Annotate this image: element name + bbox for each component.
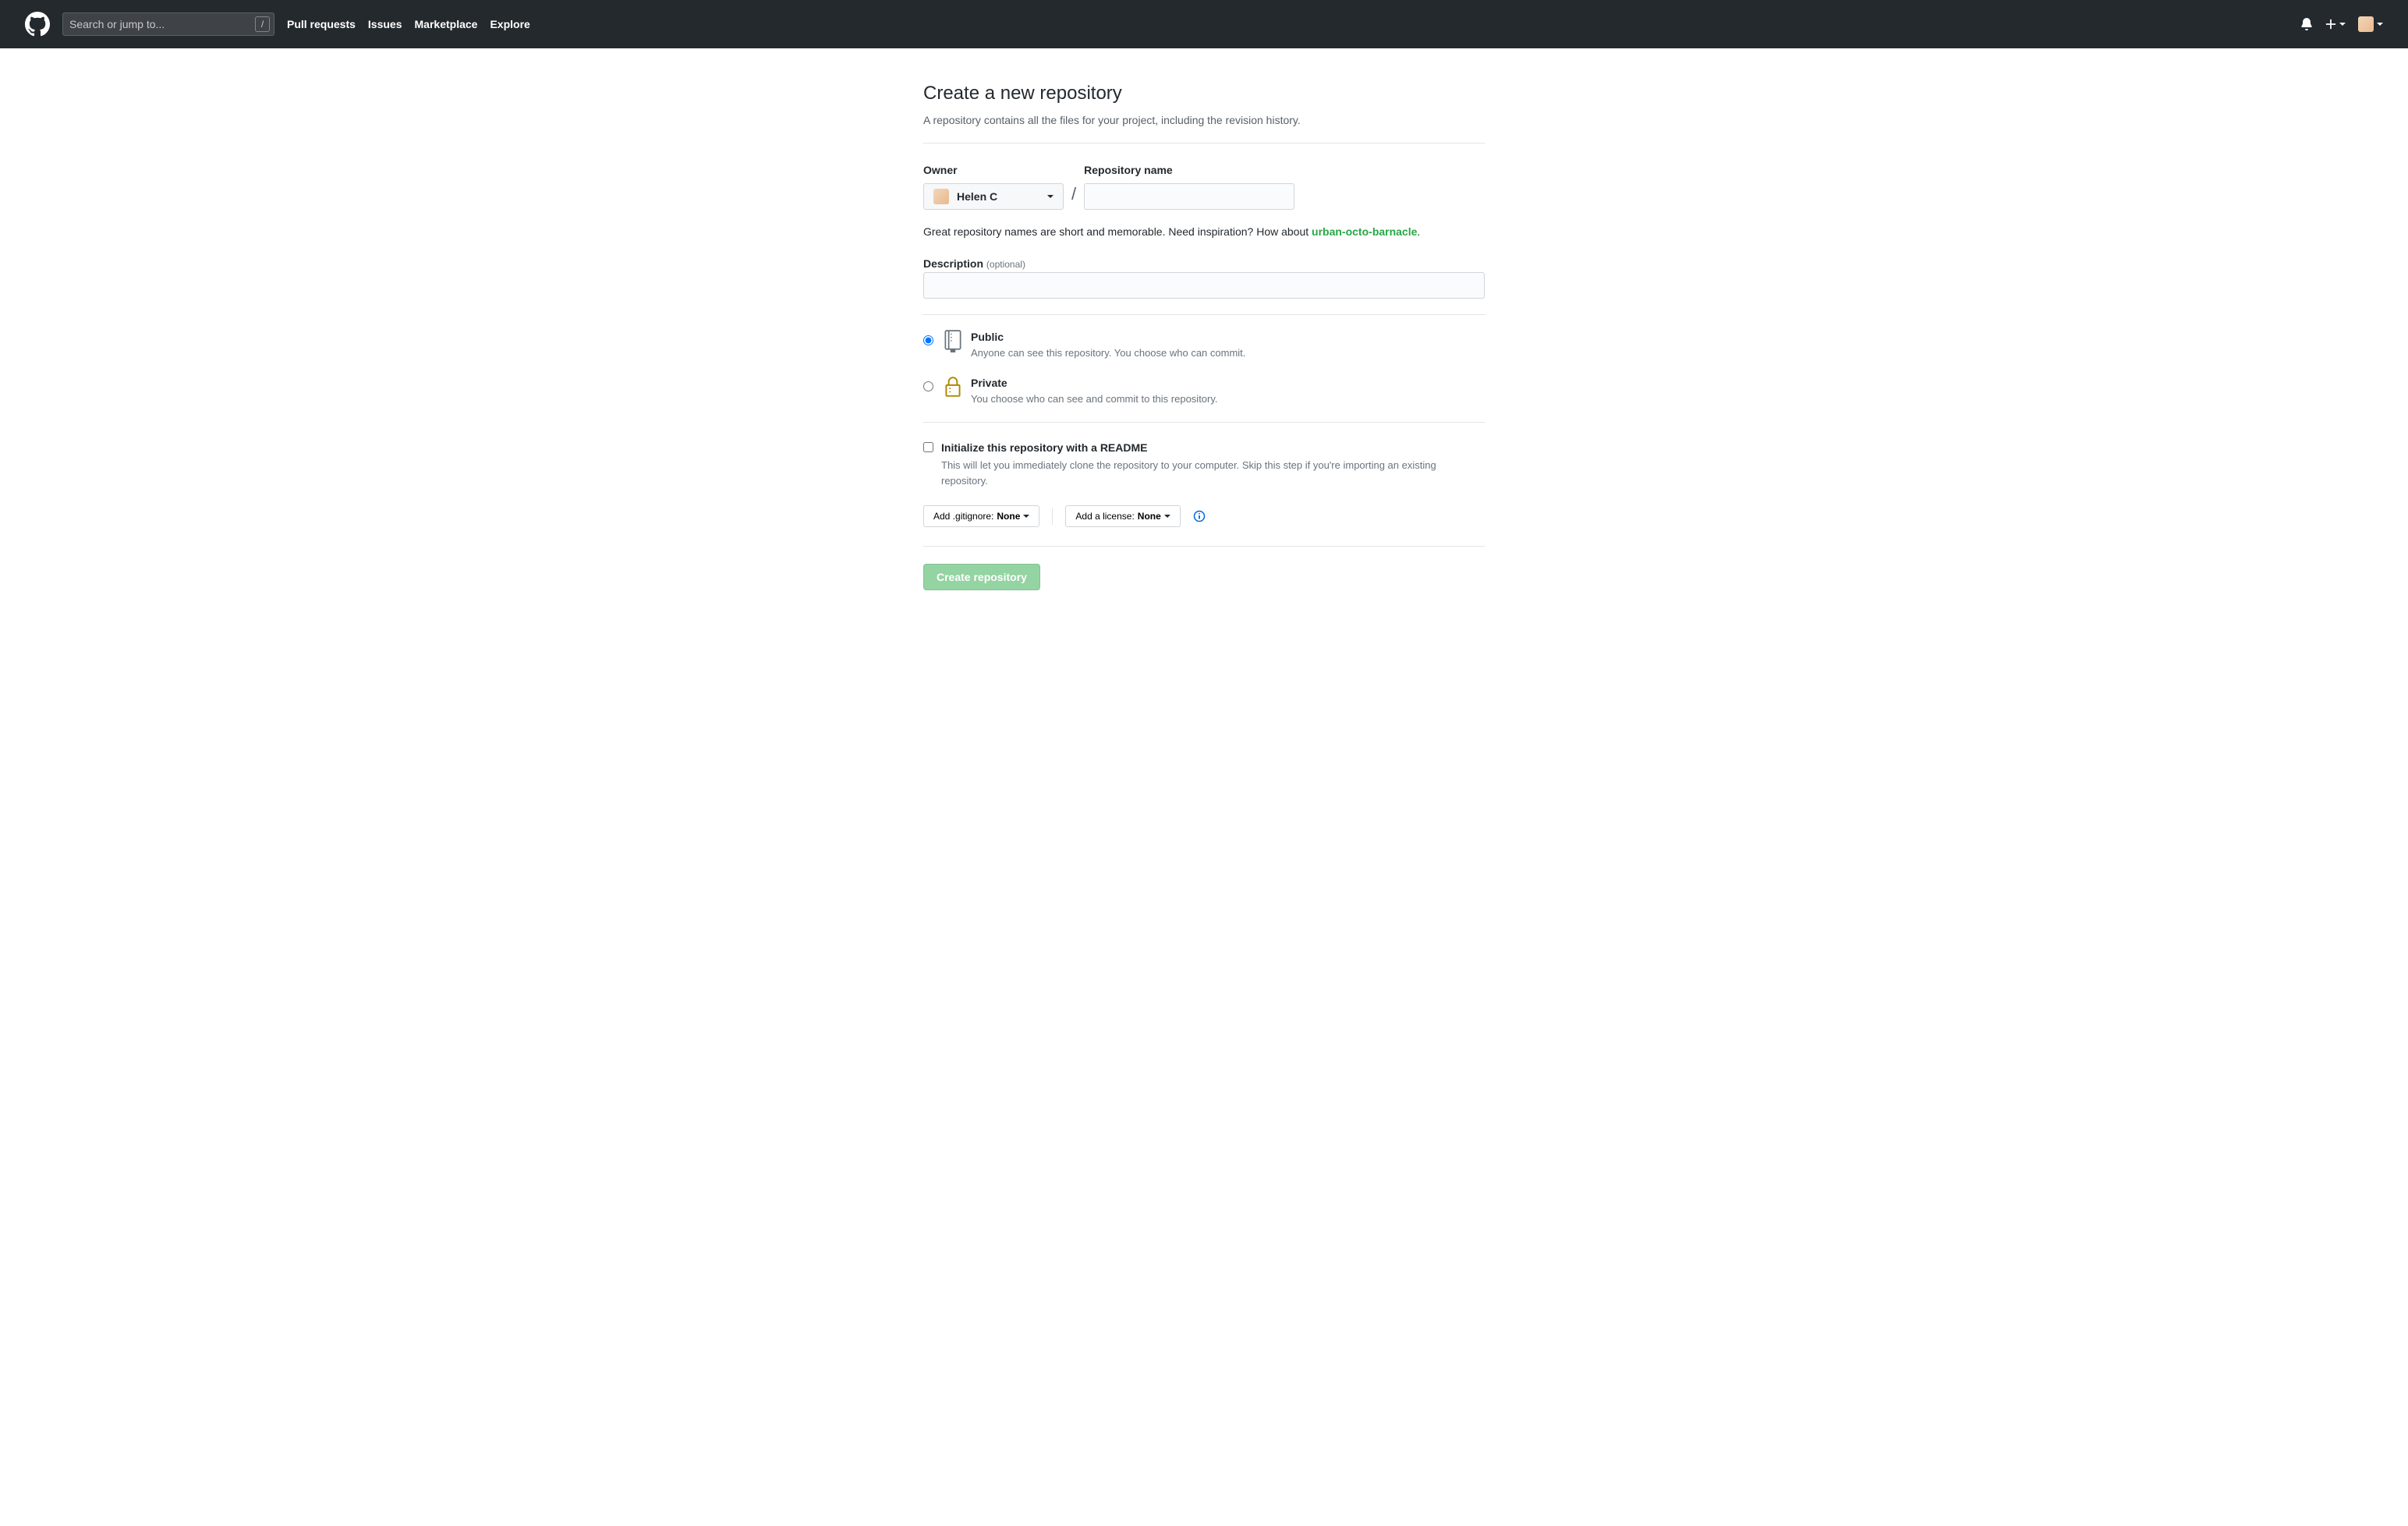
chevron-down-icon: [1023, 515, 1029, 518]
owner-avatar: [933, 189, 949, 204]
gitignore-dropdown[interactable]: Add .gitignore: None: [923, 505, 1039, 527]
notifications-button[interactable]: [2300, 18, 2313, 30]
hint-prefix: Great repository names are short and mem…: [923, 225, 1312, 238]
nav-pull-requests[interactable]: Pull requests: [287, 16, 356, 33]
chevron-down-icon: [1047, 195, 1054, 198]
chevron-down-icon: [2377, 23, 2383, 26]
search-wrap: /: [62, 12, 274, 36]
license-info-button[interactable]: [1193, 510, 1206, 522]
init-readme-checkbox[interactable]: [923, 442, 933, 452]
page-subtitle: A repository contains all the files for …: [923, 112, 1485, 129]
nav-issues[interactable]: Issues: [368, 16, 402, 33]
visibility-private-radio[interactable]: [923, 381, 933, 391]
primary-nav: Pull requests Issues Marketplace Explore: [287, 16, 543, 33]
repo-name-label: Repository name: [1084, 162, 1294, 179]
owner-select[interactable]: Helen C: [923, 183, 1064, 210]
visibility-public-desc: Anyone can see this repository. You choo…: [971, 345, 1245, 361]
chevron-down-icon: [1164, 515, 1170, 518]
license-dropdown[interactable]: Add a license: None: [1065, 505, 1180, 527]
chevron-down-icon: [2339, 23, 2346, 26]
search-input[interactable]: [62, 12, 274, 36]
init-readme-label: Initialize this repository with a README: [941, 440, 1464, 456]
divider: [1052, 508, 1053, 525]
owner-name: Helen C: [957, 189, 1047, 205]
page-title: Create a new repository: [923, 80, 1485, 108]
info-icon: [1193, 510, 1206, 522]
github-mark-icon: [25, 12, 50, 37]
visibility-public-option[interactable]: Public Anyone can see this repository. Y…: [923, 329, 1485, 361]
description-input[interactable]: [923, 272, 1485, 299]
nav-marketplace[interactable]: Marketplace: [415, 16, 478, 33]
optional-tag: (optional): [986, 259, 1025, 270]
add-dropdown[interactable]: [2325, 19, 2346, 30]
suggested-name-link[interactable]: urban-octo-barnacle: [1312, 225, 1417, 238]
visibility-public-radio[interactable]: [923, 335, 933, 345]
global-header: / Pull requests Issues Marketplace Explo…: [0, 0, 2408, 48]
init-readme-desc: This will let you immediately clone the …: [941, 458, 1464, 488]
main-content: Create a new repository A repository con…: [905, 48, 1503, 637]
repo-icon: [941, 329, 965, 352]
plus-icon: [2325, 19, 2336, 30]
owner-label: Owner: [923, 162, 1064, 179]
visibility-private-desc: You choose who can see and commit to thi…: [971, 391, 1218, 407]
create-repository-button[interactable]: Create repository: [923, 564, 1040, 590]
visibility-private-title: Private: [971, 375, 1218, 391]
slash-shortcut-icon: /: [255, 16, 270, 32]
lock-icon: [941, 375, 965, 398]
slash-separator: /: [1071, 181, 1076, 210]
github-logo[interactable]: [25, 12, 50, 37]
divider: [923, 546, 1485, 547]
visibility-public-title: Public: [971, 329, 1245, 345]
repo-name-input[interactable]: [1084, 183, 1294, 210]
nav-explore[interactable]: Explore: [490, 16, 529, 33]
bell-icon: [2300, 18, 2313, 30]
description-label: Description (optional): [923, 257, 1025, 270]
visibility-private-option[interactable]: Private You choose who can see and commi…: [923, 375, 1485, 407]
name-hint: Great repository names are short and mem…: [923, 224, 1485, 240]
avatar: [2358, 16, 2374, 32]
user-menu[interactable]: [2358, 16, 2383, 32]
hint-suffix: .: [1417, 225, 1420, 238]
